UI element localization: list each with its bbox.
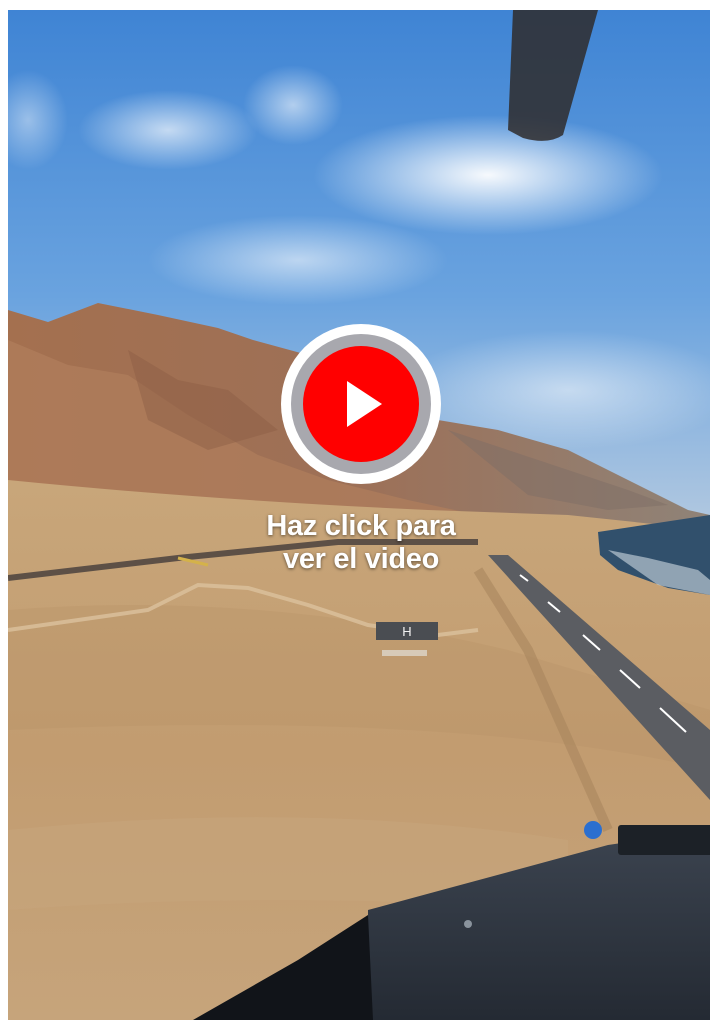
youtube-play-icon <box>281 324 441 484</box>
cloud <box>78 90 258 170</box>
video-thumbnail[interactable]: H Haz click para ver el video <box>8 10 710 1020</box>
caption-line-1: Haz click para <box>266 510 456 542</box>
play-button[interactable] <box>280 323 442 485</box>
dash-vent <box>618 825 710 855</box>
click-to-watch-caption[interactable]: Haz click para ver el video <box>198 510 524 576</box>
cloud <box>243 65 343 145</box>
compass-indicator <box>584 821 602 839</box>
cloud <box>313 115 663 235</box>
caption-line-2: ver el video <box>283 543 439 575</box>
cloud <box>148 215 448 305</box>
heliport-marking: H <box>402 624 411 639</box>
